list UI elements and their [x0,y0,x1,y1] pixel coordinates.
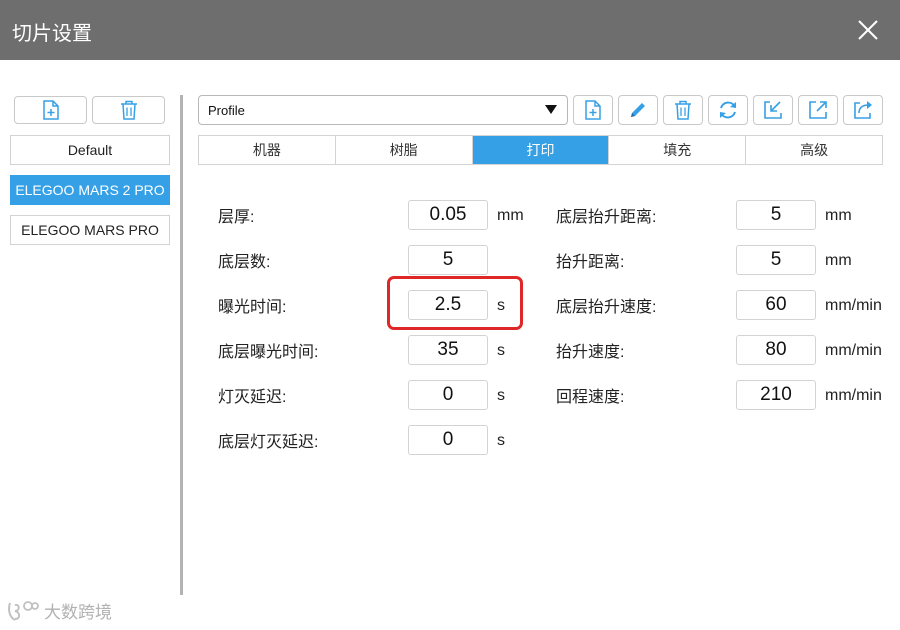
delete-profile-button[interactable] [92,96,165,124]
caret-down-icon [545,105,557,114]
add-profile-button[interactable] [14,96,87,124]
bottom-lift-speed-unit: mm/min [825,297,882,314]
panel-divider [180,95,183,595]
share-icon [854,101,872,119]
retract-speed-label: 回程速度: [556,389,625,406]
bottom-lift-speed-label: 底层抬升速度: [556,299,657,316]
settings-tabs: 机器 树脂 打印 填充 高级 [198,135,883,165]
delete-button[interactable] [663,95,703,125]
refresh-icon [720,101,736,119]
bottom-exposure-time-label: 底层曝光时间: [218,344,319,361]
tab-print[interactable]: 打印 [471,136,609,164]
bottom-lift-distance-unit: mm [825,207,852,224]
exposure-time-input[interactable]: 2.5 [408,290,488,320]
title-bar: 切片设置 [0,0,900,60]
bottom-exposure-time-unit: s [497,342,505,359]
profile-item-default[interactable]: Default [10,135,170,165]
bottom-light-off-delay-unit: s [497,432,505,449]
tab-advanced[interactable]: 高级 [745,136,882,164]
layer-height-input[interactable]: 0.05 [408,200,488,230]
import-button[interactable] [753,95,793,125]
bottom-exposure-time-input[interactable]: 35 [408,335,488,365]
layer-height-label: 层厚: [218,209,255,226]
light-off-delay-unit: s [497,387,505,404]
bottom-lift-distance-label: 底层抬升距离: [556,209,657,226]
profile-item-mars-pro[interactable]: ELEGOO MARS PRO [10,215,170,245]
export-button[interactable] [798,95,838,125]
tab-resin[interactable]: 树脂 [334,136,472,164]
retract-speed-unit: mm/min [825,387,882,404]
profile-select-value: Profile [208,103,245,118]
lift-speed-label: 抬升速度: [556,344,625,361]
trash-icon [120,100,137,120]
bottom-light-off-delay-input[interactable]: 0 [408,425,488,455]
bottom-lift-speed-input[interactable]: 60 [736,290,816,320]
layer-height-unit: mm [497,207,524,224]
lift-distance-input[interactable]: 5 [736,245,816,275]
trash-icon [675,100,691,120]
tab-infill[interactable]: 填充 [608,136,746,164]
lift-distance-label: 抬升距离: [556,254,625,271]
profile-select[interactable]: Profile [198,95,568,125]
lift-speed-input[interactable]: 80 [736,335,816,365]
bottom-light-off-delay-label: 底层灯灭延迟: [218,434,319,451]
retract-speed-input[interactable]: 210 [736,380,816,410]
add-file-icon [585,100,601,120]
exposure-time-label: 曝光时间: [218,299,287,316]
light-off-delay-label: 灯灭延迟: [218,389,287,406]
edit-profile-button[interactable] [618,95,658,125]
refresh-button[interactable] [708,95,748,125]
close-button[interactable] [852,14,884,46]
lift-distance-unit: mm [825,252,852,269]
window-title: 切片设置 [12,23,92,45]
lift-speed-unit: mm/min [825,342,882,359]
watermark-logo-icon [8,600,39,621]
new-profile-button[interactable] [573,95,613,125]
profile-item-mars-2-pro[interactable]: ELEGOO MARS 2 PRO [10,175,170,205]
tab-machine[interactable]: 机器 [199,136,335,164]
watermark: 大数跨境 [6,598,112,623]
bottom-lift-distance-input[interactable]: 5 [736,200,816,230]
watermark-text: 大数跨境 [44,603,112,622]
bottom-layers-input[interactable]: 5 [408,245,488,275]
exposure-time-unit: s [497,297,505,314]
export-icon [809,101,827,119]
import-icon [764,101,782,119]
pencil-icon [631,103,645,117]
bottom-layers-label: 底层数: [218,254,271,271]
add-file-icon [42,100,59,120]
close-icon [858,20,878,40]
share-button[interactable] [843,95,883,125]
light-off-delay-input[interactable]: 0 [408,380,488,410]
